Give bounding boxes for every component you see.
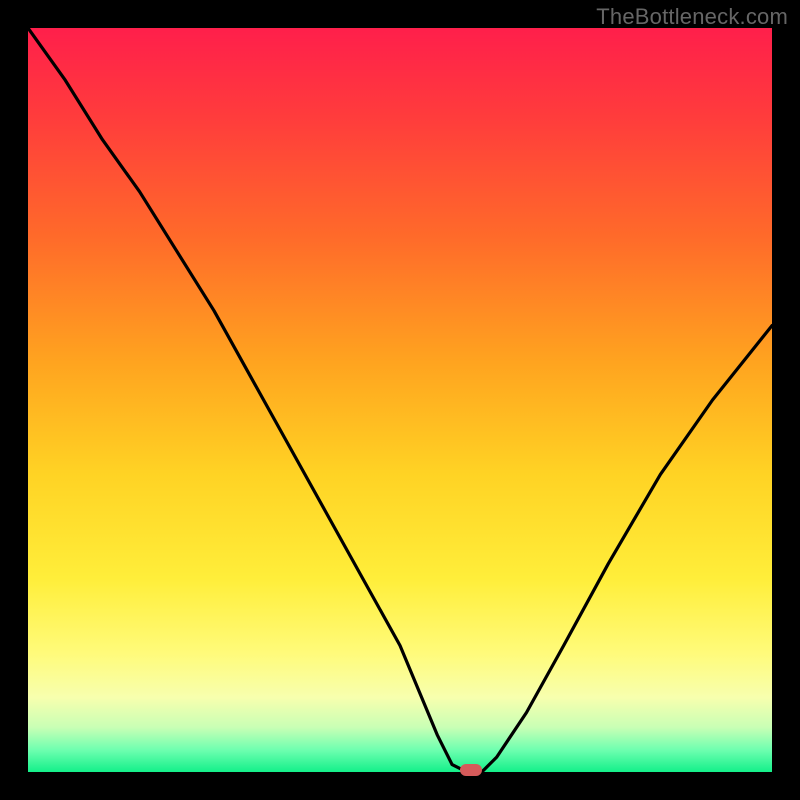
bottleneck-curve-svg xyxy=(28,28,772,772)
watermark-text: TheBottleneck.com xyxy=(596,4,788,30)
chart-container: TheBottleneck.com xyxy=(0,0,800,800)
minimum-marker xyxy=(460,764,482,776)
bottleneck-curve-path xyxy=(28,28,772,772)
